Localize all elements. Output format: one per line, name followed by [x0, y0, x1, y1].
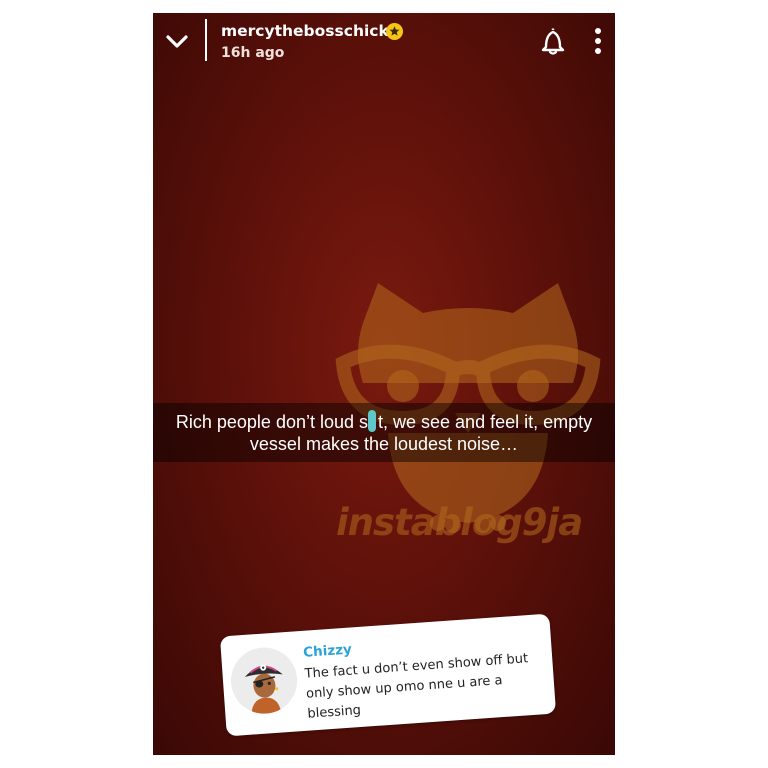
story-header: mercythebosschick 16h ago [153, 13, 615, 73]
chevron-down-icon[interactable] [165, 29, 189, 53]
reply-name: Chizzy [302, 641, 353, 661]
reply-card[interactable]: Chizzy The fact u don’t even show off bu… [219, 613, 557, 737]
bitmoji-avatar [228, 645, 300, 716]
story-view[interactable]: instablog9ja mercythebosschick 16h ago R… [153, 13, 615, 755]
caption-scribble [368, 410, 376, 432]
caption-line-1: Rich people don’t loud s t, we see and f… [175, 412, 593, 432]
time-ago: 16h ago [221, 45, 285, 61]
caption-line-2: vessel makes the loudest noise… [249, 434, 519, 454]
username[interactable]: mercythebosschick [221, 22, 389, 40]
bell-icon[interactable] [540, 27, 566, 55]
caption-bar: Rich people don’t loud s t, we see and f… [153, 403, 615, 462]
more-vertical-icon[interactable] [593, 27, 603, 55]
watermark-text: instablog9ja [336, 501, 583, 544]
reply-message: The fact u don’t even show off but only … [304, 648, 548, 725]
header-divider [205, 19, 207, 61]
star-badge-icon [386, 23, 403, 40]
caption-text: Rich people don’t loud s t, we see and f… [153, 411, 615, 455]
